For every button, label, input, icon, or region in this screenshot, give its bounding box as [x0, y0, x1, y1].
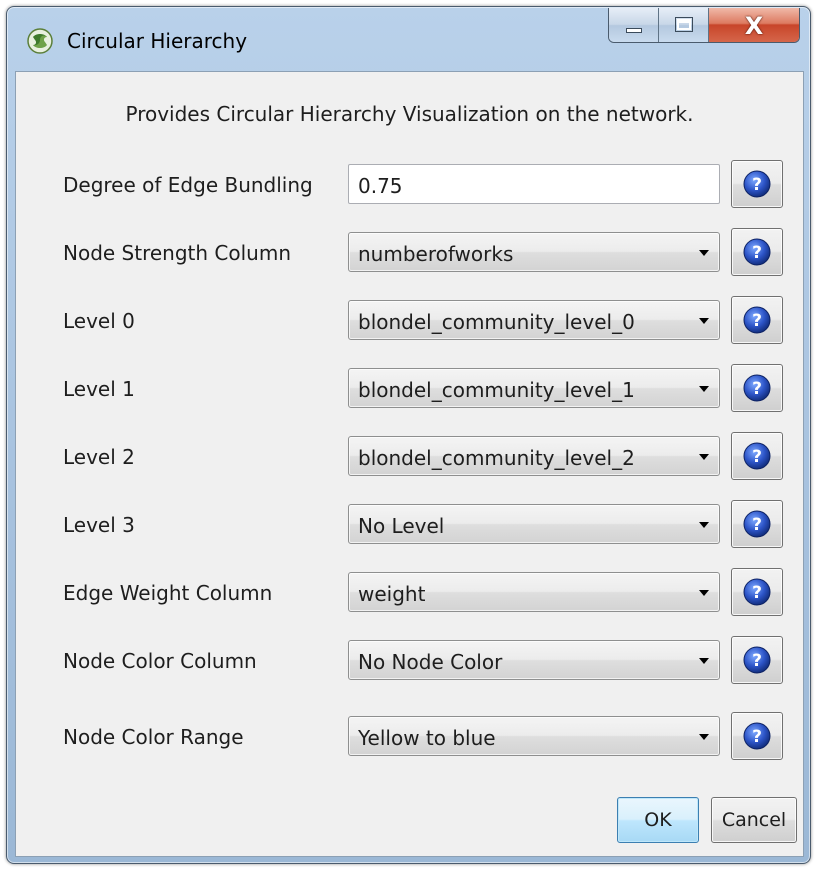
help-button[interactable]: ?	[731, 364, 783, 412]
field-label: Level 2	[63, 445, 135, 469]
dropdown-arrow-icon	[699, 658, 709, 664]
selected-value: Yellow to blue	[358, 726, 496, 750]
help-button[interactable]: ?	[731, 636, 783, 684]
field-row-level-3: Level 3 No Level ?	[16, 500, 805, 550]
field-row-degree-of-edge-bundling: Degree of Edge Bundling 0.75 ?	[16, 160, 805, 210]
field-row-edge-weight-column: Edge Weight Column weight ?	[16, 568, 805, 618]
field-label: Node Strength Column	[63, 241, 292, 265]
field-row-node-color-range: Node Color Range Yellow to blue ?	[16, 712, 805, 762]
maximize-icon	[675, 17, 693, 32]
close-icon: X	[744, 12, 764, 40]
window-controls: X	[608, 8, 800, 43]
selected-value: weight	[358, 582, 426, 606]
level-0-select[interactable]: blondel_community_level_0	[348, 300, 720, 340]
level-2-select[interactable]: blondel_community_level_2	[348, 436, 720, 476]
selected-value: blondel_community_level_2	[358, 446, 635, 470]
help-icon: ?	[743, 646, 771, 674]
help-icon: ?	[743, 374, 771, 402]
help-icon: ?	[743, 442, 771, 470]
svg-text:?: ?	[752, 583, 762, 603]
selected-value: blondel_community_level_0	[358, 310, 635, 334]
help-button[interactable]: ?	[731, 160, 783, 208]
help-icon: ?	[743, 306, 771, 334]
field-label: Edge Weight Column	[63, 581, 273, 605]
svg-text:?: ?	[752, 651, 762, 671]
help-button[interactable]: ?	[731, 432, 783, 480]
field-label: Level 3	[63, 513, 135, 537]
help-button[interactable]: ?	[731, 712, 783, 760]
help-button[interactable]: ?	[731, 296, 783, 344]
dropdown-arrow-icon	[699, 522, 709, 528]
field-row-level-0: Level 0 blondel_community_level_0 ?	[16, 296, 805, 346]
dropdown-arrow-icon	[699, 590, 709, 596]
cytoscape-app-icon	[27, 28, 53, 54]
field-label: Level 0	[63, 309, 135, 333]
help-icon: ?	[743, 510, 771, 538]
svg-text:?: ?	[752, 175, 762, 195]
field-row-node-strength-column: Node Strength Column numberofworks ?	[16, 228, 805, 278]
dialog-body: Provides Circular Hierarchy Visualizatio…	[15, 71, 804, 857]
dropdown-arrow-icon	[699, 318, 709, 324]
field-label: Level 1	[63, 377, 135, 401]
selected-value: No Level	[358, 514, 445, 538]
svg-text:?: ?	[752, 243, 762, 263]
help-icon: ?	[743, 578, 771, 606]
dropdown-arrow-icon	[699, 734, 709, 740]
dropdown-arrow-icon	[699, 454, 709, 460]
level-3-select[interactable]: No Level	[348, 504, 720, 544]
selected-value: numberofworks	[358, 242, 514, 266]
dropdown-arrow-icon	[699, 386, 709, 392]
close-button[interactable]: X	[709, 8, 799, 42]
svg-text:?: ?	[752, 447, 762, 467]
help-button[interactable]: ?	[731, 568, 783, 616]
window-title: Circular Hierarchy	[67, 29, 248, 53]
svg-text:?: ?	[752, 727, 762, 747]
field-row-node-color-column: Node Color Column No Node Color ?	[16, 636, 805, 686]
selected-value: blondel_community_level_1	[358, 378, 635, 402]
level-1-select[interactable]: blondel_community_level_1	[348, 368, 720, 408]
ok-button[interactable]: OK	[617, 797, 699, 843]
minimize-button[interactable]	[609, 8, 659, 42]
node-color-column-select[interactable]: No Node Color	[348, 640, 720, 680]
cancel-button[interactable]: Cancel	[711, 797, 797, 843]
field-row-level-1: Level 1 blondel_community_level_1 ?	[16, 364, 805, 414]
edge-weight-column-select[interactable]: weight	[348, 572, 720, 612]
help-button[interactable]: ?	[731, 228, 783, 276]
field-label: Degree of Edge Bundling	[63, 173, 313, 197]
svg-text:?: ?	[752, 515, 762, 535]
node-color-range-select[interactable]: Yellow to blue	[348, 716, 720, 756]
svg-text:?: ?	[752, 379, 762, 399]
minimize-icon	[626, 28, 642, 33]
selected-value: No Node Color	[358, 650, 503, 674]
field-row-level-2: Level 2 blondel_community_level_2 ?	[16, 432, 805, 482]
help-button[interactable]: ?	[731, 500, 783, 548]
dialog-window: Circular Hierarchy X Provides Circular H…	[6, 6, 811, 864]
field-value: 0.75	[358, 174, 403, 198]
help-icon: ?	[743, 722, 771, 750]
field-label: Node Color Column	[63, 649, 257, 673]
help-icon: ?	[743, 170, 771, 198]
node-strength-column-select[interactable]: numberofworks	[348, 232, 720, 272]
title-bar[interactable]: Circular Hierarchy X	[7, 7, 810, 71]
dialog-description: Provides Circular Hierarchy Visualizatio…	[125, 102, 694, 126]
dropdown-arrow-icon	[699, 250, 709, 256]
field-label: Node Color Range	[63, 725, 244, 749]
edge-bundling-input[interactable]: 0.75	[348, 164, 720, 204]
maximize-button[interactable]	[659, 8, 709, 42]
help-icon: ?	[743, 238, 771, 266]
svg-text:?: ?	[752, 311, 762, 331]
